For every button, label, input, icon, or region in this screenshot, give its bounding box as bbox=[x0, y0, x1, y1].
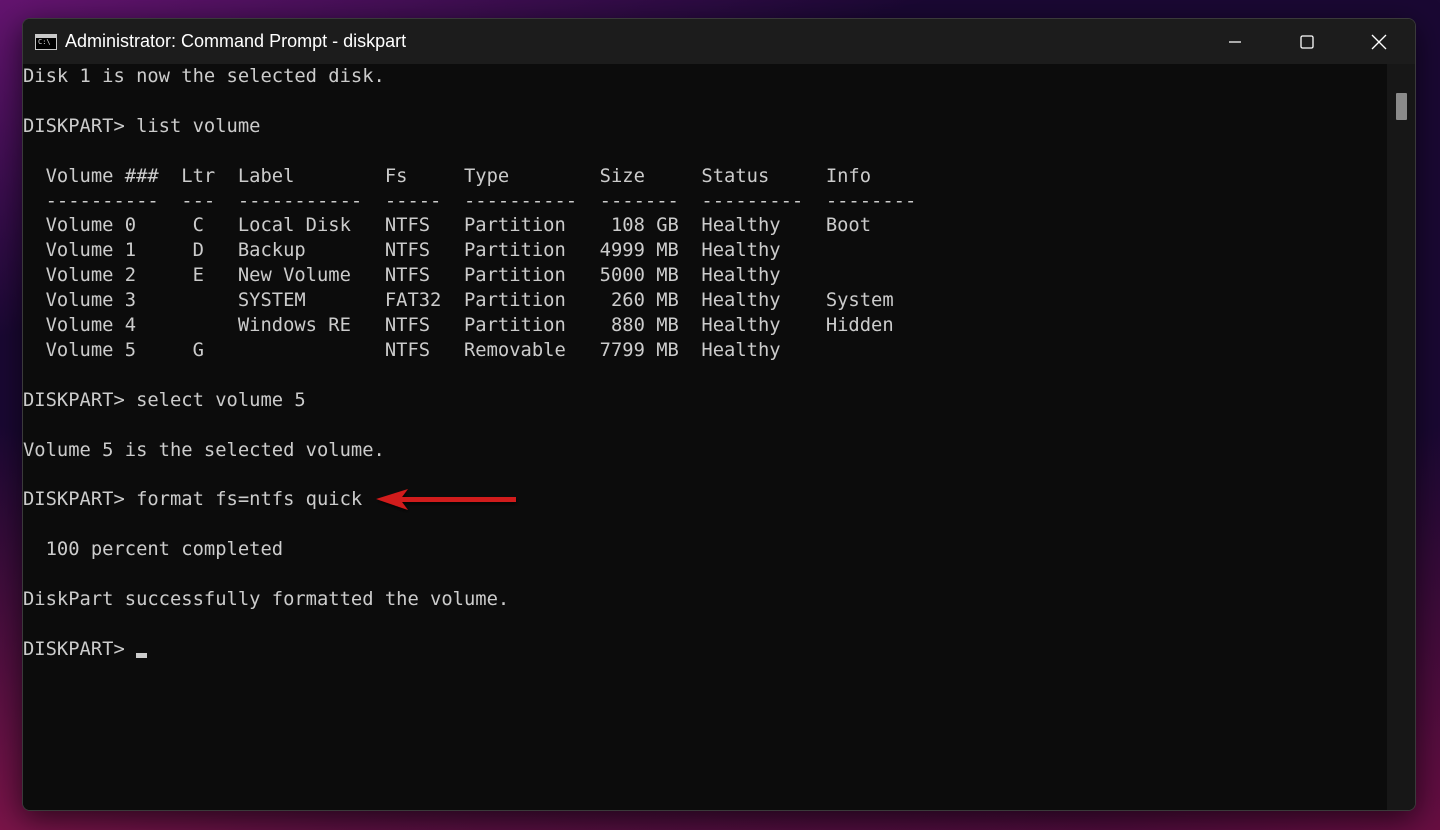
table-row: Volume 4 Windows RE NTFS Partition 880 M… bbox=[23, 315, 894, 336]
minimize-icon bbox=[1229, 40, 1241, 43]
table-separator: ---------- --- ----------- ----- -------… bbox=[23, 190, 917, 212]
close-button[interactable] bbox=[1343, 19, 1415, 64]
maximize-button[interactable] bbox=[1271, 19, 1343, 64]
prompt-line[interactable]: DISKPART> bbox=[23, 638, 148, 663]
vertical-scrollbar[interactable] bbox=[1387, 64, 1415, 810]
title-bar[interactable]: Administrator: Command Prompt - diskpart bbox=[23, 19, 1415, 64]
console-line: Volume 5 is the selected volume. bbox=[23, 439, 385, 461]
console-line: DISKPART> format fs=ntfs quick bbox=[23, 489, 363, 511]
close-icon bbox=[1371, 34, 1387, 49]
table-row: Volume 0 C Local Disk NTFS Partition 108… bbox=[23, 215, 872, 237]
cmd-icon[interactable] bbox=[35, 33, 57, 50]
maximize-icon bbox=[1300, 34, 1314, 49]
console-line: DiskPart successfully formatted the volu… bbox=[23, 588, 510, 610]
table-header: Volume ### Ltr Label Fs Type Size Status… bbox=[23, 165, 872, 187]
command-prompt-window: Administrator: Command Prompt - diskpart bbox=[22, 18, 1416, 811]
scrollbar-thumb[interactable] bbox=[1396, 93, 1407, 120]
console-line: Disk 1 is now the selected disk. bbox=[23, 66, 385, 87]
window-controls bbox=[1199, 19, 1415, 64]
table-row: Volume 5 G NTFS Removable 7799 MB Health… bbox=[23, 339, 781, 361]
minimize-button[interactable] bbox=[1199, 19, 1271, 64]
table-row: Volume 1 D Backup NTFS Partition 4999 MB… bbox=[23, 240, 781, 262]
prompt-text: DISKPART> bbox=[23, 638, 137, 660]
window-title: Administrator: Command Prompt - diskpart bbox=[65, 31, 407, 51]
console-line: DISKPART> select volume 5 bbox=[23, 389, 306, 411]
text-cursor bbox=[136, 652, 148, 658]
console-output[interactable]: Disk 1 is now the selected disk. DISKPAR… bbox=[23, 64, 1387, 810]
table-row: Volume 3 SYSTEM FAT32 Partition 260 MB H… bbox=[23, 290, 894, 312]
console-line: DISKPART> list volume bbox=[23, 115, 261, 137]
table-row: Volume 2 E New Volume NTFS Partition 500… bbox=[23, 265, 781, 287]
console-line: 100 percent completed bbox=[23, 539, 284, 561]
red-arrow-icon bbox=[376, 489, 516, 510]
